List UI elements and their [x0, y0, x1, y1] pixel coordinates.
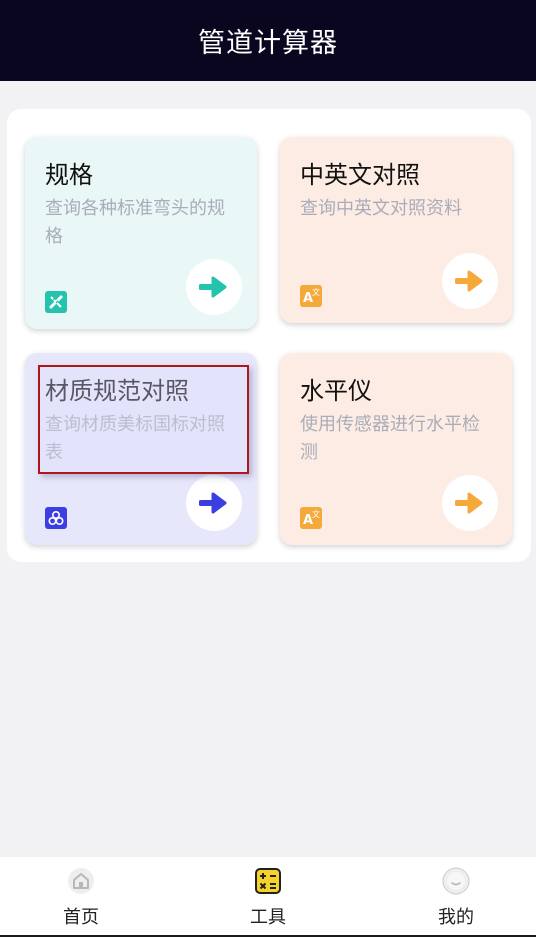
tab-home[interactable]: 首页: [21, 857, 141, 935]
card-title: 规格: [45, 161, 93, 189]
tab-label: 工具: [250, 907, 286, 928]
card-title: 水平仪: [300, 377, 372, 405]
tab-mine[interactable]: 我的: [396, 857, 516, 935]
card-description: 使用传感器进行水平检测: [300, 414, 480, 463]
page-title: 管道计算器: [198, 28, 338, 59]
arrow-right-icon: [199, 276, 227, 298]
arrow-right-icon: [199, 492, 227, 514]
card-title: 中英文对照: [300, 161, 420, 189]
translate-icon: A 文: [300, 507, 322, 529]
open-level-button[interactable]: [442, 475, 498, 531]
card-description: 查询中英文对照资料: [300, 198, 462, 219]
calculator-icon: [255, 868, 281, 894]
open-material-button[interactable]: [186, 475, 242, 531]
translate-icon: A 文: [300, 285, 322, 307]
arrow-right-icon: [455, 492, 483, 514]
home-icon: [68, 868, 94, 894]
ruler-pencil-icon: [45, 291, 67, 313]
tab-label: 首页: [63, 907, 99, 928]
tab-label: 我的: [438, 907, 474, 928]
app-header: 管道计算器: [0, 0, 536, 81]
open-spec-button[interactable]: [186, 259, 242, 315]
card-spec[interactable]: 规格 查询各种标准弯头的规格: [25, 137, 257, 329]
card-description: 查询各种标准弯头的规格: [45, 198, 225, 247]
card-level[interactable]: 水平仪 使用传感器进行水平检测 A 文: [280, 353, 512, 545]
svg-text:文: 文: [312, 287, 320, 297]
bottom-tab-bar: 首页 工具 我的: [0, 857, 536, 937]
tab-tools[interactable]: 工具: [208, 857, 328, 935]
open-cn-en-button[interactable]: [442, 253, 498, 309]
smile-icon: [442, 867, 470, 895]
arrow-right-icon: [455, 270, 483, 292]
selection-highlight: [38, 365, 249, 474]
cubes-icon: [45, 507, 67, 529]
card-cn-en[interactable]: 中英文对照 查询中英文对照资料 A 文: [280, 137, 512, 323]
svg-text:文: 文: [312, 509, 320, 519]
